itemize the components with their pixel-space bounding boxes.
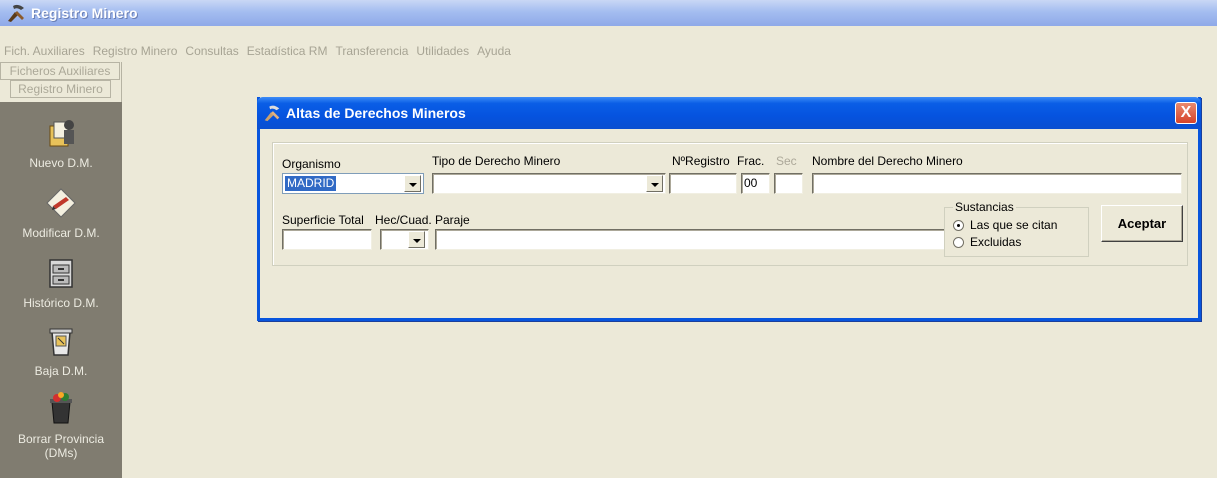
chevron-down-icon xyxy=(408,183,417,187)
sidebar-tool-label: Nuevo D.M. xyxy=(29,156,93,170)
sidebar-tool-baja[interactable]: Baja D.M. xyxy=(0,324,122,378)
radio-label: Excluidas xyxy=(970,235,1022,249)
sidebar-header-registro[interactable]: Registro Minero xyxy=(10,80,111,98)
sidebar-tool-label: Modificar D.M. xyxy=(22,226,100,240)
sidebar-tool-modificar[interactable]: Modificar D.M. xyxy=(0,186,122,240)
tipo-derecho-select[interactable] xyxy=(432,173,666,194)
sustancias-legend: Sustancias xyxy=(953,200,1016,214)
organismo-select[interactable]: MADRID xyxy=(282,173,424,194)
sustancias-group: Sustancias Las que se citan Excluidas xyxy=(944,200,1089,257)
menu-estadistica-rm[interactable]: Estadística RM xyxy=(243,44,332,58)
label-organismo: Organismo xyxy=(282,157,341,171)
delete-province-icon xyxy=(44,392,78,426)
sidebar-tool-borrar-provincia[interactable]: Borrar Provincia (DMs) xyxy=(0,392,122,460)
sidebar-tool-label: Baja D.M. xyxy=(34,364,88,378)
sidebar-tool-nuevo[interactable]: Nuevo D.M. xyxy=(0,116,122,170)
dialog-title: Altas de Derechos Mineros xyxy=(286,105,466,121)
paraje-input[interactable] xyxy=(435,229,945,250)
menu-bar: Fich. Auxiliares Registro Minero Consult… xyxy=(0,42,515,60)
sidebar: Ficheros Auxiliares Registro Minero Nuev… xyxy=(0,62,122,478)
frac-input[interactable]: 00 xyxy=(741,173,770,194)
menu-consultas[interactable]: Consultas xyxy=(181,44,242,58)
label-nregistro: NºRegistro xyxy=(672,154,730,168)
archive-cabinet-icon xyxy=(44,256,78,290)
sidebar-header-ficheros[interactable]: Ficheros Auxiliares xyxy=(0,62,120,80)
menu-fich-auxiliares[interactable]: Fich. Auxiliares xyxy=(0,44,89,58)
sidebar-tool-panel: Nuevo D.M. Modificar D.M. Histórico D.M.… xyxy=(0,102,122,478)
radio-excluidas[interactable]: Excluidas xyxy=(953,235,1021,249)
sec-input[interactable] xyxy=(774,173,803,194)
altas-dialog: Altas de Derechos Mineros X Organismo Ti… xyxy=(257,97,1201,321)
label-tipo-derecho: Tipo de Derecho Minero xyxy=(432,154,561,168)
tipo-derecho-dropdown-button[interactable] xyxy=(646,175,663,192)
aceptar-button[interactable]: Aceptar xyxy=(1101,205,1183,242)
menu-utilidades[interactable]: Utilidades xyxy=(412,44,473,58)
app-logo-icon xyxy=(5,2,27,24)
sidebar-tool-historico[interactable]: Histórico D.M. xyxy=(0,256,122,310)
chevron-down-icon xyxy=(650,183,659,187)
radio-unchecked-icon xyxy=(953,236,964,248)
organismo-value: MADRID xyxy=(285,176,337,191)
nombre-derecho-input[interactable] xyxy=(812,173,1182,194)
organismo-dropdown-button[interactable] xyxy=(404,175,421,192)
menu-transferencia[interactable]: Transferencia xyxy=(331,44,412,58)
menu-registro-minero[interactable]: Registro Minero xyxy=(89,44,182,58)
app-titlebar: Registro Minero xyxy=(0,0,1217,26)
radio-checked-icon xyxy=(953,219,964,231)
radio-las-que-se-citan[interactable]: Las que se citan xyxy=(953,218,1057,232)
nregistro-input[interactable] xyxy=(669,173,737,194)
trash-bin-icon xyxy=(44,324,78,358)
radio-label: Las que se citan xyxy=(970,218,1058,232)
sidebar-tool-label: Histórico D.M. xyxy=(23,296,99,310)
label-hec-cuad: Hec/Cuad. xyxy=(375,213,432,227)
dialog-logo-icon xyxy=(262,103,282,123)
app-title: Registro Minero xyxy=(31,5,138,21)
edit-document-icon xyxy=(44,186,78,220)
new-document-icon xyxy=(44,116,78,150)
close-icon: X xyxy=(1180,104,1192,121)
dialog-titlebar[interactable]: Altas de Derechos Mineros X xyxy=(257,97,1201,129)
chevron-down-icon xyxy=(412,239,421,243)
menu-ayuda[interactable]: Ayuda xyxy=(473,44,515,58)
label-nombre-derecho: Nombre del Derecho Minero xyxy=(812,154,963,168)
sidebar-tool-label: Borrar Provincia xyxy=(17,432,105,446)
label-paraje: Paraje xyxy=(435,213,470,227)
close-button[interactable]: X xyxy=(1175,102,1197,124)
label-sec: Sec xyxy=(776,154,797,168)
hec-cuad-dropdown-button[interactable] xyxy=(408,231,425,248)
label-frac: Frac. xyxy=(737,154,765,168)
label-superficie: Superficie Total xyxy=(282,213,364,227)
sidebar-tool-label: (DMs) xyxy=(44,446,78,460)
superficie-input[interactable] xyxy=(282,229,372,250)
